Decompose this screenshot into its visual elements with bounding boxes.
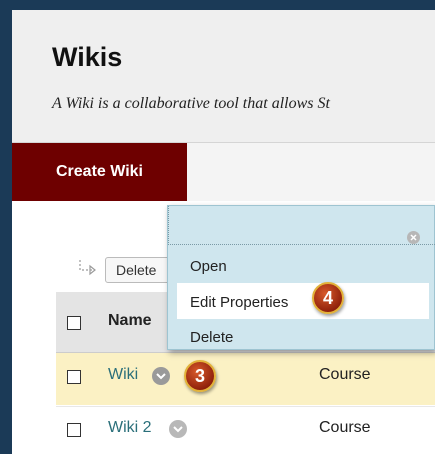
row-checkbox[interactable] [67, 423, 81, 437]
wiki-link[interactable]: Wiki 2 [108, 419, 152, 437]
create-wiki-button[interactable]: Create Wiki [12, 143, 187, 201]
arrow-indent-icon [79, 260, 96, 276]
step-badge-icon: 4 [312, 282, 344, 314]
column-header-name[interactable]: Name [108, 312, 152, 330]
action-bar: Create Wiki [12, 143, 435, 201]
delete-button[interactable]: Delete [105, 257, 175, 283]
context-menu-header [168, 206, 435, 245]
wiki-link[interactable]: Wiki [108, 366, 138, 384]
close-icon[interactable] [407, 231, 420, 244]
menu-item-edit-properties[interactable]: Edit Properties [190, 294, 288, 311]
type-cell: Course [319, 419, 371, 436]
page-subtitle: A Wiki is a collaborative tool that allo… [52, 95, 330, 112]
row-checkbox[interactable] [67, 370, 81, 384]
page-header: Wikis A Wiki is a collaborative tool tha… [12, 10, 435, 143]
menu-item-delete[interactable]: Delete [190, 329, 233, 346]
step-badge-icon: 3 [184, 360, 216, 392]
select-all-checkbox[interactable] [67, 316, 81, 330]
page-frame: Wikis A Wiki is a collaborative tool tha… [12, 10, 435, 454]
chevron-down-icon[interactable] [152, 367, 170, 385]
menu-item-open[interactable]: Open [190, 258, 227, 275]
type-cell: Course [319, 366, 371, 383]
page-title: Wikis [52, 42, 123, 72]
chevron-down-icon[interactable] [169, 420, 187, 438]
